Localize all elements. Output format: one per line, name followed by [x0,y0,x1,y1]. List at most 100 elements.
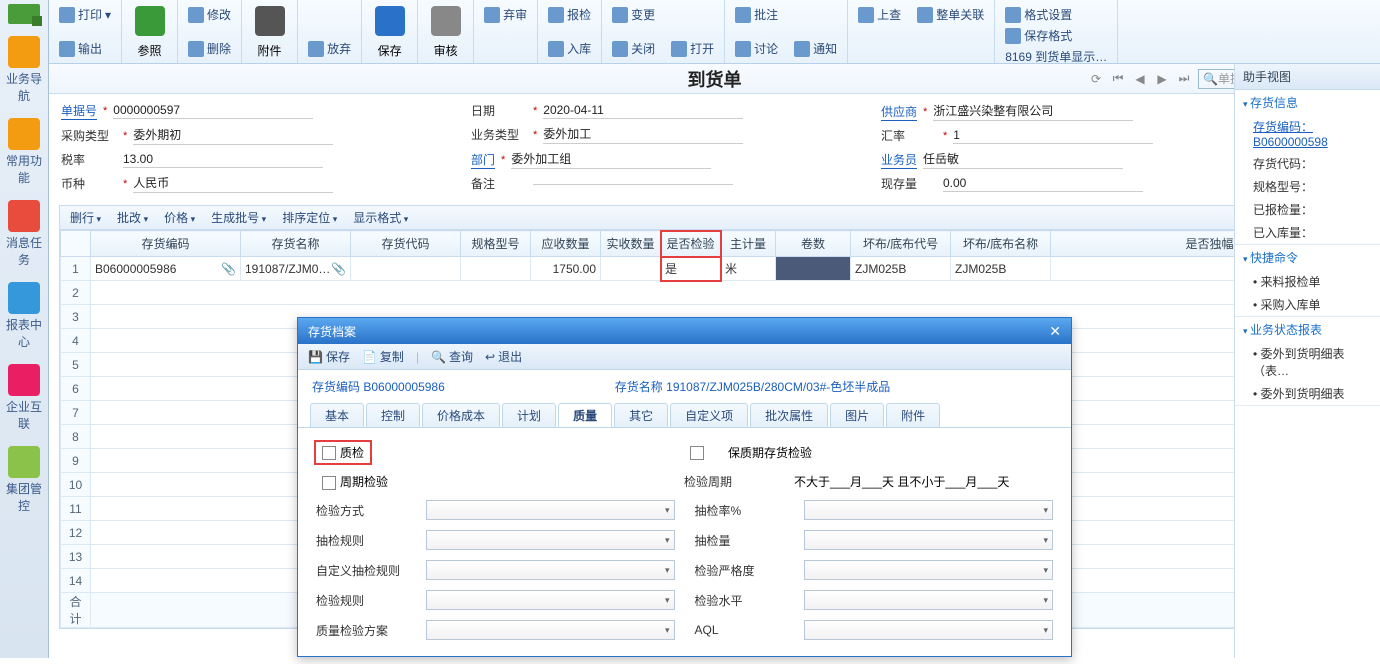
currency-value[interactable]: 人民币 [133,174,333,193]
quick-item[interactable]: 采购入库单 [1235,293,1380,316]
prev-record-icon[interactable]: ◀ [1132,71,1148,87]
tab-price[interactable]: 价格成本 [422,403,500,427]
col-recv-qty[interactable]: 应收数量 [531,231,601,257]
output-button[interactable]: 输出 [55,38,106,59]
refresh-icon[interactable]: ⟳ [1088,71,1104,87]
save-format-button[interactable]: 保存格式 [1001,25,1076,46]
col-spec[interactable]: 规格型号 [461,231,531,257]
qc-plan-dropdown[interactable] [426,620,675,640]
tab-attach[interactable]: 附件 [886,403,940,427]
status-item[interactable]: 委外到货明细表 [1235,382,1380,405]
save-button[interactable]: 保存 [362,0,418,63]
stock-info-section[interactable]: 存货信息 [1235,90,1380,115]
gen-batch-button[interactable]: 生成批号 [211,209,266,226]
tab-other[interactable]: 其它 [614,403,668,427]
tab-plan[interactable]: 计划 [502,403,556,427]
attach-button[interactable]: 附件 [242,0,298,63]
nav-biz-connect[interactable]: 企业互联 [0,356,48,438]
taxrate-value[interactable]: 13.00 [123,152,323,168]
stock-code-link[interactable]: 存货编码：B0600000598 [1235,115,1380,152]
associate-button[interactable]: 整单关联 [913,4,988,25]
nav-group-ctrl[interactable]: 集团管控 [0,438,48,520]
reference-button[interactable]: 参照 [122,0,178,63]
delete-button[interactable]: 删除 [184,38,235,59]
biztype-value[interactable]: 委外加工 [543,125,743,144]
dialog-save-button[interactable]: 💾 保存 [308,348,350,365]
status-report-section[interactable]: 业务状态报表 [1235,317,1380,342]
purchtype-value[interactable]: 委外期初 [133,126,333,145]
first-record-icon[interactable]: ⏮ [1110,71,1126,87]
dialog-titlebar[interactable]: 存货档案 ✕ [298,318,1071,344]
batch-approve-button[interactable]: 批注 [731,4,782,25]
col-bad-code[interactable]: 坏布/底布代号 [851,231,951,257]
col-stock-code[interactable]: 存货编码 [91,231,241,257]
tab-basic[interactable]: 基本 [310,403,364,427]
paperclip-icon[interactable]: 📎 [221,262,236,276]
docno-value[interactable]: 0000000597 [113,103,313,119]
tab-quality[interactable]: 质量 [558,403,612,427]
nav-common[interactable]: 常用功能 [0,110,48,192]
status-item[interactable]: 委外到货明细表（表… [1235,342,1380,382]
discuss-button[interactable]: 讨论 [731,38,782,59]
dialog-exit-button[interactable]: ↩ 退出 [485,348,522,365]
severity-dropdown[interactable] [804,560,1053,580]
remark-value[interactable] [533,183,733,185]
paperclip-icon[interactable]: 📎 [331,262,346,276]
col-bad-name[interactable]: 坏布/底布名称 [951,231,1051,257]
shelf-qc-checkbox[interactable] [690,446,704,460]
date-value[interactable]: 2020-04-11 [543,103,743,119]
nav-biz-guide[interactable]: 业务导航 [0,28,48,110]
sample-rule-dropdown[interactable] [426,530,675,550]
last-record-icon[interactable]: ⏭ [1176,71,1192,87]
quick-item[interactable]: 来料报检单 [1235,270,1380,293]
inbound-button[interactable]: 入库 [544,38,595,59]
col-inspect[interactable]: 是否检验 [661,231,721,257]
abandon-button[interactable]: 放弃 [304,38,355,59]
modify-button[interactable]: 修改 [184,4,235,25]
tab-image[interactable]: 图片 [830,403,884,427]
sample-qty-input[interactable] [804,530,1053,550]
table-row[interactable]: 1 B06000005986📎 191087/ZJM0…📎 1750.00 是 … [61,257,1369,281]
docno-label[interactable]: 单据号 [61,102,97,120]
display-format-button[interactable]: 显示格式 [353,209,408,226]
table-row[interactable]: 2 [61,281,1369,305]
dialog-copy-button[interactable]: 📄 复制 [362,348,404,365]
sort-locate-button[interactable]: 排序定位 [282,209,337,226]
report-inspect-button[interactable]: 报检 [544,4,595,25]
custom-rule-input[interactable] [426,560,675,580]
print-button[interactable]: 打印 ▾ [55,4,115,25]
quick-cmd-section[interactable]: 快捷命令 [1235,245,1380,270]
tab-batch[interactable]: 批次属性 [750,403,828,427]
dialog-query-button[interactable]: 🔍 查询 [431,348,473,365]
abandon-audit-button[interactable]: 弃审 [480,4,531,25]
period-qc-checkbox[interactable] [322,476,336,490]
col-actual-qty[interactable]: 实收数量 [601,231,661,257]
change-button[interactable]: 变更 [608,4,659,25]
sample-rate-input[interactable] [804,500,1053,520]
aql-dropdown[interactable] [804,620,1053,640]
clerk-label[interactable]: 业务员 [881,151,917,169]
rate-value[interactable]: 1 [953,128,1153,144]
col-stock-name[interactable]: 存货名称 [241,231,351,257]
qc-checkbox[interactable] [322,446,336,460]
delete-row-button[interactable]: 删行 [70,209,101,226]
col-uom[interactable]: 主计量 [721,231,776,257]
col-stock-alias[interactable]: 存货代码 [351,231,461,257]
next-record-icon[interactable]: ▶ [1154,71,1170,87]
batch-edit-button[interactable]: 批改 [117,209,148,226]
nav-report[interactable]: 报表中心 [0,274,48,356]
close-icon[interactable]: ✕ [1049,323,1061,340]
notify-button[interactable]: 通知 [790,38,841,59]
audit-button[interactable]: 审核 [418,0,474,63]
supplier-value[interactable]: 浙江盛兴染整有限公司 [933,102,1133,121]
dept-value[interactable]: 委外加工组 [511,150,711,169]
clerk-value[interactable]: 任岳敏 [923,150,1123,169]
level-dropdown[interactable] [804,590,1053,610]
supplier-label[interactable]: 供应商 [881,103,917,121]
price-button[interactable]: 价格 [164,209,195,226]
inspect-method-dropdown[interactable] [426,500,675,520]
tab-control[interactable]: 控制 [366,403,420,427]
col-rolls[interactable]: 卷数 [776,231,851,257]
open-button[interactable]: 打开 [667,38,718,59]
format-settings-button[interactable]: 格式设置 [1001,4,1076,25]
